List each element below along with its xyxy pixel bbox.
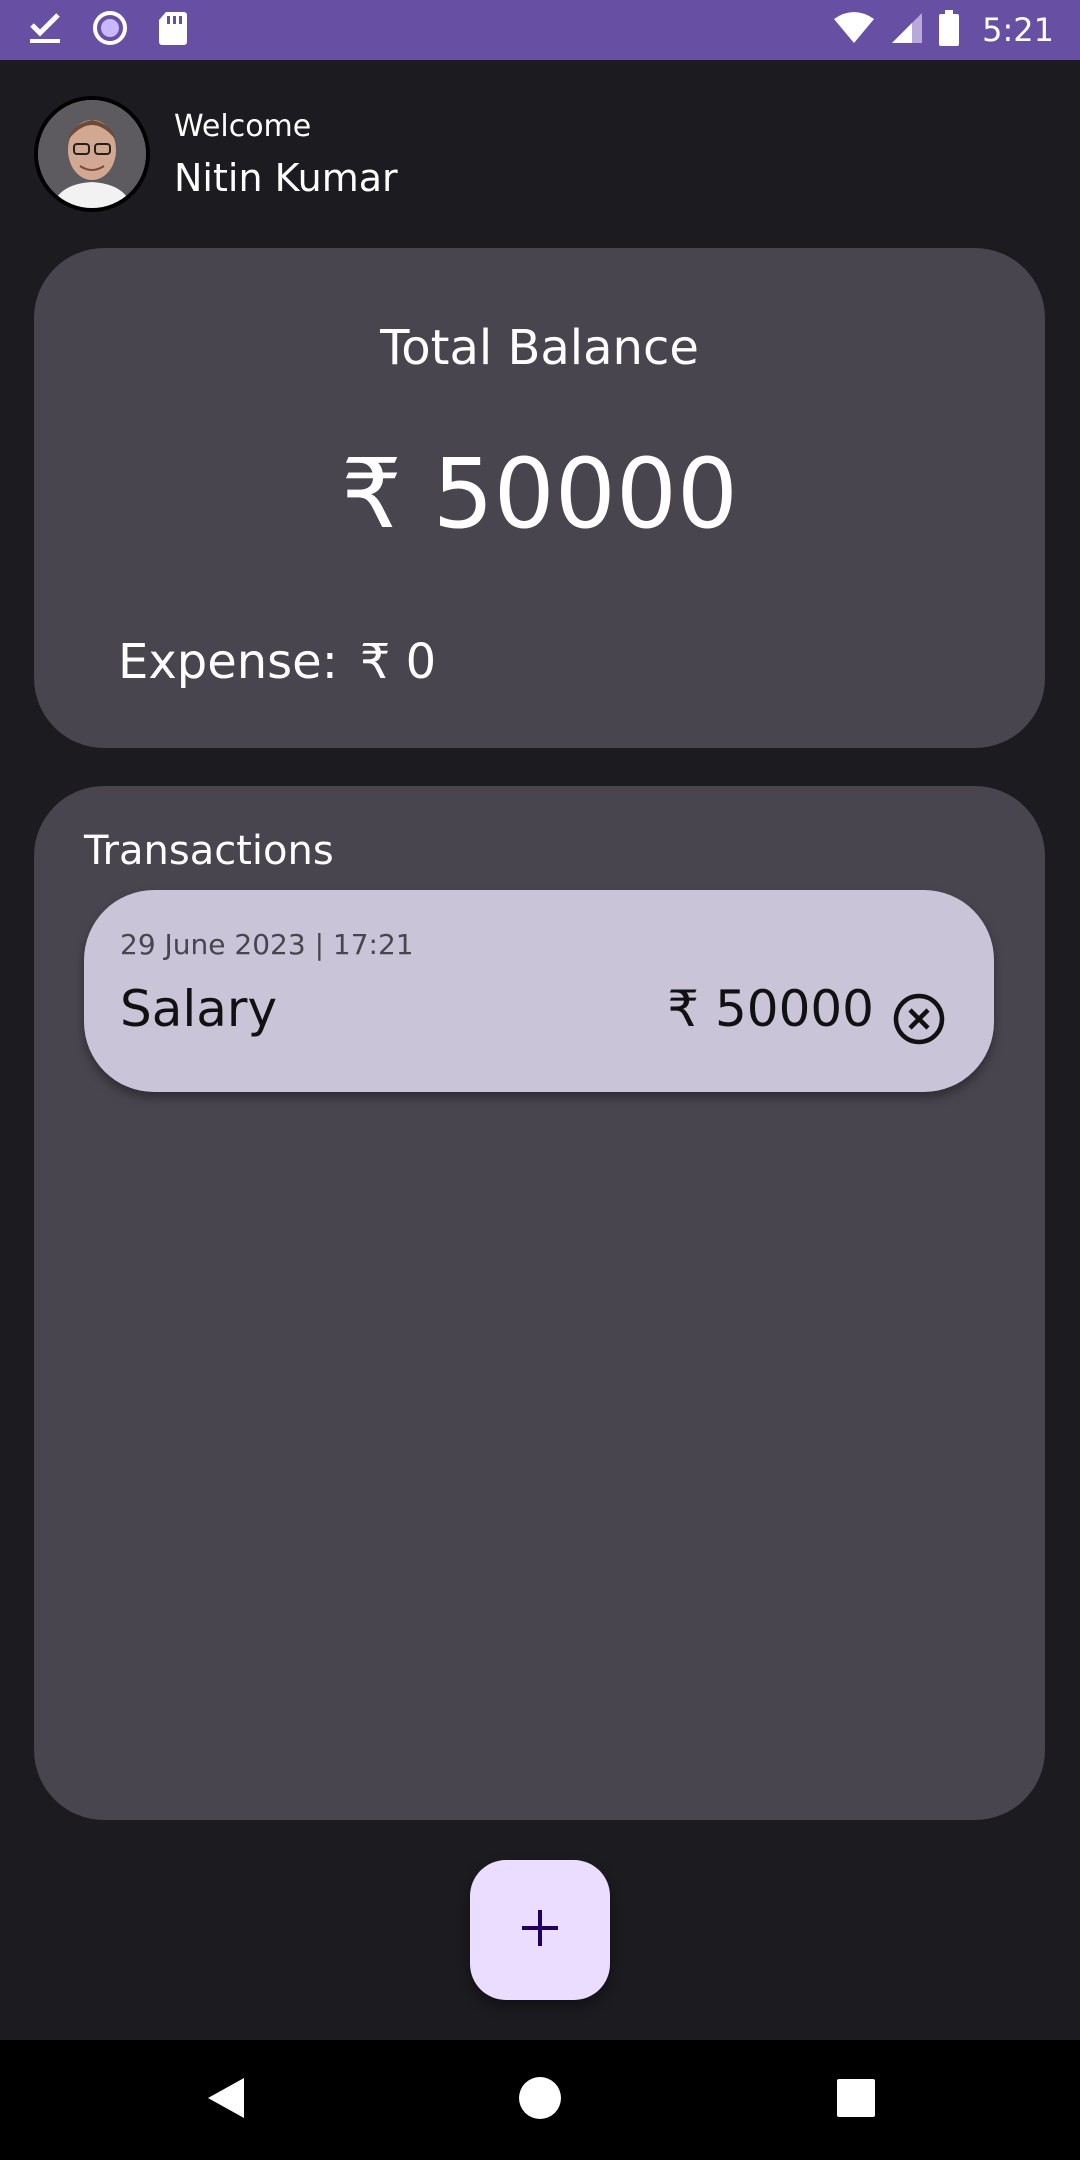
- back-button[interactable]: [186, 2040, 266, 2160]
- header-text: Welcome Nitin Kumar: [174, 109, 398, 200]
- delete-transaction-icon[interactable]: [892, 992, 946, 1046]
- transaction-amount: ₹ 50000: [667, 980, 874, 1038]
- welcome-label: Welcome: [174, 108, 312, 144]
- recents-icon: [836, 2078, 876, 2122]
- status-bar: 5:21: [0, 0, 1080, 60]
- avatar[interactable]: [34, 96, 150, 212]
- circle-app-icon: [92, 10, 128, 50]
- balance-title: Total Balance: [380, 320, 699, 376]
- transaction-name: Salary: [120, 980, 278, 1038]
- user-name: Nitin Kumar: [174, 155, 398, 200]
- wifi-icon: [832, 11, 876, 49]
- sd-card-icon: [158, 10, 188, 50]
- plus-icon: [520, 1908, 560, 1952]
- check-download-icon: [28, 11, 62, 49]
- add-transaction-button[interactable]: [470, 1860, 610, 2000]
- home-icon: [518, 2076, 562, 2124]
- navigation-bar: [0, 2040, 1080, 2160]
- recents-button[interactable]: [816, 2040, 896, 2160]
- balance-amount: ₹ 50000: [341, 438, 738, 550]
- status-time: 5:21: [982, 11, 1054, 49]
- back-icon: [206, 2076, 246, 2124]
- transactions-card: Transactions 29 June 2023 | 17:21 Salary…: [34, 786, 1045, 1820]
- expense-row: Expense: ₹ 0: [118, 634, 436, 690]
- status-bar-left: [28, 10, 188, 50]
- user-header: Welcome Nitin Kumar: [34, 96, 398, 212]
- transaction-item[interactable]: 29 June 2023 | 17:21 Salary ₹ 50000: [84, 890, 994, 1092]
- transaction-date: 29 June 2023 | 17:21: [120, 928, 414, 961]
- balance-card: Total Balance ₹ 50000 Expense: ₹ 0: [34, 248, 1045, 748]
- cell-signal-icon: [890, 11, 924, 49]
- transactions-title: Transactions: [84, 828, 334, 874]
- home-button[interactable]: [500, 2040, 580, 2160]
- battery-icon: [938, 10, 960, 50]
- expense-value: ₹ 0: [359, 634, 437, 690]
- expense-label: Expense:: [118, 634, 338, 690]
- status-bar-right: 5:21: [832, 10, 1054, 50]
